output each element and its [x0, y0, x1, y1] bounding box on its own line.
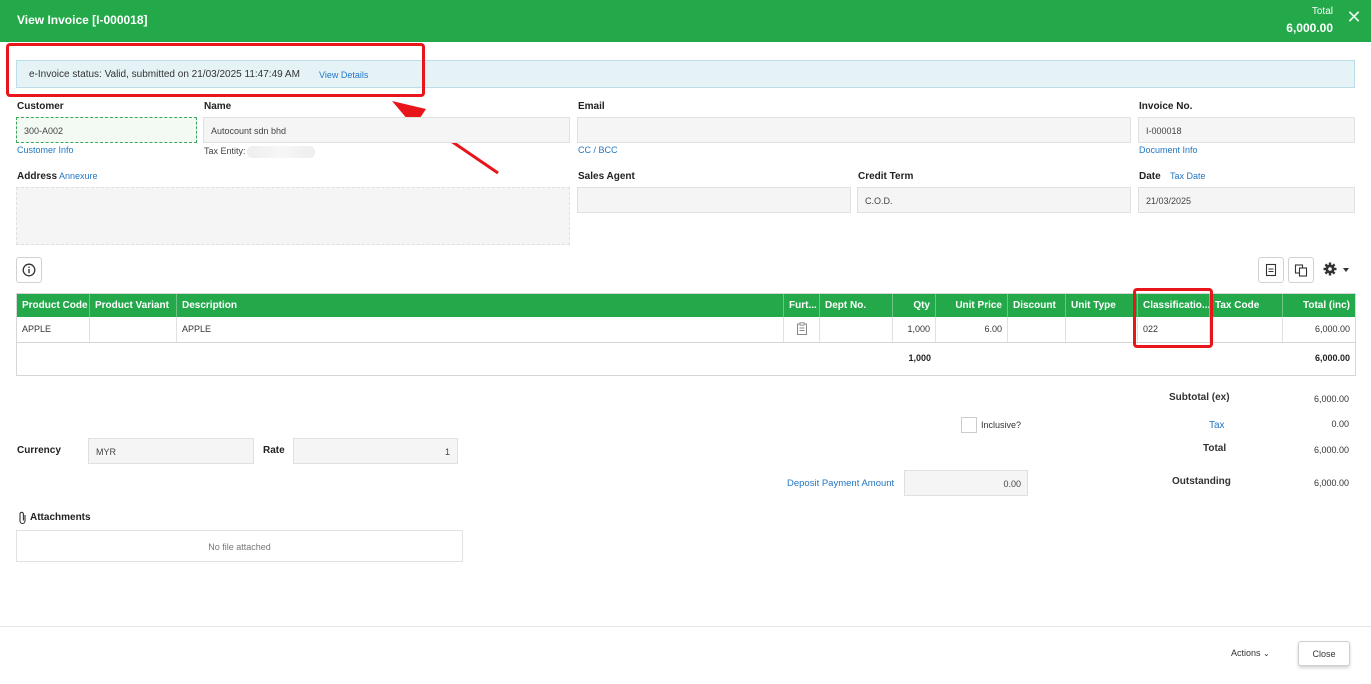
- subtotal-value: 6,000.00: [1313, 394, 1349, 404]
- total-label: Total: [1203, 443, 1227, 454]
- outstanding-value: 6,000.00: [1313, 478, 1349, 488]
- address-field[interactable]: [16, 187, 570, 245]
- annotation-highlight-classification: [1133, 288, 1213, 348]
- gear-icon: [1323, 262, 1337, 276]
- cell-discount[interactable]: [1008, 317, 1066, 342]
- copy-button[interactable]: [1288, 257, 1314, 283]
- deposit-payment-field[interactable]: 0.00: [904, 470, 1028, 496]
- invoice-no-field[interactable]: I-000018: [1138, 117, 1355, 143]
- date-field[interactable]: 21/03/2025: [1138, 187, 1355, 213]
- col-tax-code[interactable]: Tax Code: [1210, 294, 1283, 317]
- email-label: Email: [578, 101, 605, 112]
- credit-term-field[interactable]: C.O.D.: [857, 187, 1131, 213]
- chevron-down-icon: [1343, 268, 1349, 272]
- cc-bcc-link[interactable]: CC / BCC: [578, 145, 618, 155]
- info-icon: [22, 263, 36, 277]
- grid-total-qty: 1,000: [908, 353, 931, 363]
- cell-unit-type[interactable]: [1066, 317, 1138, 342]
- cell-product-variant[interactable]: [90, 317, 177, 342]
- col-unit-price[interactable]: Unit Price: [936, 294, 1008, 317]
- email-field[interactable]: [577, 117, 1131, 143]
- close-button[interactable]: Close: [1298, 641, 1350, 666]
- cell-qty[interactable]: 1,000: [893, 317, 936, 342]
- name-field[interactable]: Autocount sdn bhd: [203, 117, 570, 143]
- customer-label: Customer: [17, 101, 64, 112]
- name-label: Name: [204, 101, 232, 112]
- col-discount[interactable]: Discount: [1008, 294, 1066, 317]
- tax-value: 0.00: [1331, 419, 1349, 429]
- attachments-dropzone[interactable]: No file attached: [16, 530, 463, 562]
- sales-agent-label: Sales Agent: [578, 171, 635, 182]
- actions-label: Actions: [1231, 648, 1261, 658]
- cell-unit-price[interactable]: 6.00: [936, 317, 1008, 342]
- tax-link[interactable]: Tax: [1209, 420, 1225, 431]
- cell-tax-code[interactable]: [1210, 317, 1283, 342]
- outstanding-label: Outstanding: [1172, 476, 1231, 487]
- col-product-code[interactable]: Product Code: [17, 294, 90, 317]
- export-icon: [1265, 263, 1277, 277]
- footer-divider: [0, 626, 1371, 627]
- header-total-label: Total: [1311, 6, 1333, 17]
- actions-dropdown[interactable]: Actions ⌄: [1231, 648, 1270, 658]
- cell-product-code[interactable]: APPLE: [17, 317, 90, 342]
- close-icon[interactable]: ✕: [1346, 8, 1362, 26]
- sales-agent-field[interactable]: [577, 187, 851, 213]
- currency-label: Currency: [17, 445, 61, 456]
- cell-total-inc[interactable]: 6,000.00: [1283, 317, 1355, 342]
- inclusive-label: Inclusive?: [981, 420, 1022, 430]
- document-info-link[interactable]: Document Info: [1139, 145, 1198, 155]
- copy-icon: [1294, 264, 1308, 277]
- header-total-value: 6,000.00: [1286, 21, 1333, 35]
- settings-dropdown[interactable]: [1323, 261, 1351, 279]
- chevron-down-icon: ⌄: [1263, 649, 1270, 658]
- col-further[interactable]: Furt...: [784, 294, 820, 317]
- invoice-no-label: Invoice No.: [1139, 101, 1193, 112]
- clipboard-icon: [797, 322, 807, 335]
- paperclip-icon: [19, 511, 26, 525]
- date-label: Date: [1139, 171, 1161, 182]
- cell-description[interactable]: APPLE: [177, 317, 784, 342]
- rate-label: Rate: [263, 445, 285, 456]
- tax-entity-label: Tax Entity:: [204, 146, 246, 156]
- inclusive-checkbox[interactable]: [961, 417, 977, 433]
- info-button[interactable]: [16, 257, 42, 283]
- col-description[interactable]: Description: [177, 294, 784, 317]
- deposit-payment-link[interactable]: Deposit Payment Amount: [787, 478, 894, 489]
- total-value: 6,000.00: [1313, 445, 1349, 455]
- dialog-title: View Invoice [I-000018]: [17, 13, 148, 27]
- currency-field[interactable]: MYR: [88, 438, 254, 464]
- col-product-variant[interactable]: Product Variant: [90, 294, 177, 317]
- col-total-inc[interactable]: Total (inc): [1283, 294, 1355, 317]
- dialog-header: View Invoice [I-000018] Total 6,000.00 ✕: [0, 0, 1371, 42]
- col-qty[interactable]: Qty: [893, 294, 936, 317]
- cell-further[interactable]: [784, 317, 820, 342]
- col-dept-no[interactable]: Dept No.: [820, 294, 893, 317]
- subtotal-label: Subtotal (ex): [1169, 392, 1230, 403]
- col-unit-type[interactable]: Unit Type: [1066, 294, 1138, 317]
- grid-total-amount: 6,000.00: [1314, 353, 1350, 363]
- tax-entity-redacted: [247, 146, 315, 158]
- annexure-link[interactable]: Annexure: [59, 171, 98, 181]
- rate-field[interactable]: 1: [293, 438, 458, 464]
- customer-info-link[interactable]: Customer Info: [17, 145, 74, 155]
- attachments-label: Attachments: [30, 512, 91, 523]
- cell-dept-no[interactable]: [820, 317, 893, 342]
- export-button[interactable]: [1258, 257, 1284, 283]
- address-label: Address: [17, 171, 58, 182]
- tax-date-link[interactable]: Tax Date: [1170, 171, 1206, 181]
- credit-term-label: Credit Term: [858, 171, 914, 182]
- customer-field[interactable]: 300-A002: [16, 117, 197, 143]
- annotation-highlight-status: [6, 43, 425, 97]
